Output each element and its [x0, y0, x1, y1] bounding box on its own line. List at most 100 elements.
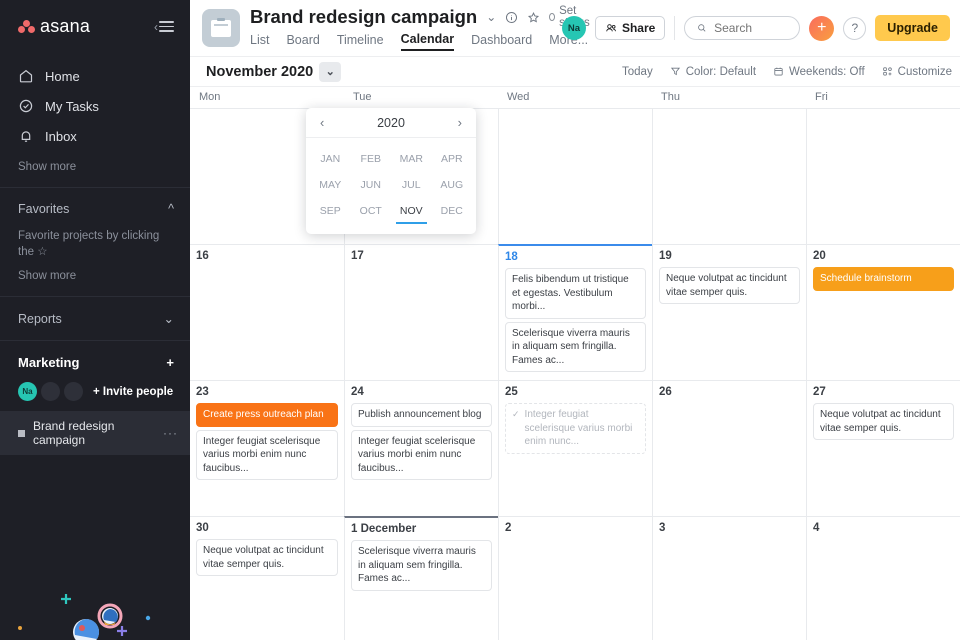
search-input[interactable]	[714, 21, 788, 35]
day-number: 18	[505, 251, 518, 263]
month-option-sep[interactable]: SEP	[310, 198, 351, 224]
favorites-show-more[interactable]: Show more	[0, 260, 190, 282]
collapse-sidebar-button[interactable]: ‹	[154, 18, 174, 35]
month-option-feb[interactable]: FEB	[351, 146, 392, 172]
month-option-oct[interactable]: OCT	[351, 198, 392, 224]
month-option-jul[interactable]: JUL	[391, 172, 432, 198]
today-button[interactable]: Today	[622, 66, 653, 78]
calendar-cell[interactable]	[806, 108, 960, 244]
share-button[interactable]: Share	[594, 16, 666, 40]
month-option-apr[interactable]: APR	[432, 146, 473, 172]
calendar-cell[interactable]	[652, 108, 806, 244]
month-picker-grid: JAN FEB MAR APR MAY JUN JUL AUG SEP OCT NOV DEC	[306, 138, 476, 234]
calendar-cell[interactable]: 26	[652, 380, 806, 516]
next-year-button[interactable]: ›	[458, 115, 462, 130]
dow-wed: Wed	[507, 91, 530, 103]
calendar-cell[interactable]: 23 Create press outreach plan Integer feug…	[190, 380, 344, 516]
month-selector[interactable]: November 2020 ⌄	[206, 61, 342, 82]
upgrade-button[interactable]: Upgrade	[875, 15, 950, 41]
task-card[interactable]: Integer feugiat scelerisque varius morbi…	[196, 429, 338, 480]
calendar-cell[interactable]: 30 Neque volutpat ac tincidunt vitae semp…	[190, 516, 344, 640]
month-picker-popover: ‹ 2020 › JAN FEB MAR APR MAY JUN JUL AUG SEP OCT N…	[306, 108, 476, 234]
sidebar-show-more[interactable]: Show more	[0, 151, 190, 173]
calendar-cell[interactable]: 24 Publish announcement blog Integer feugi…	[344, 380, 498, 516]
color-option-button[interactable]: Color: Default	[670, 66, 756, 78]
calendar-cell[interactable]: 2	[498, 516, 652, 640]
help-button[interactable]: ?	[843, 16, 867, 40]
customize-button[interactable]: Customize	[882, 66, 952, 78]
calendar-cell[interactable]: 27 Neque volutpat ac tincidunt vitae semp…	[806, 380, 960, 516]
tab-dashboard[interactable]: Dashboard	[471, 33, 532, 50]
task-card[interactable]: Neque volutpat ac tincidunt vitae semper…	[659, 267, 800, 304]
month-option-aug[interactable]: AUG	[432, 172, 473, 198]
invite-people-button[interactable]: + Invite people	[93, 386, 173, 398]
month-option-nov[interactable]: NOV	[395, 198, 427, 224]
task-card[interactable]: Publish announcement blog	[351, 403, 492, 427]
task-card[interactable]: Create press outreach plan	[196, 403, 338, 427]
avatar[interactable]: Na	[18, 382, 37, 402]
project-overflow-icon[interactable]: ···	[163, 426, 178, 440]
task-card[interactable]: Neque volutpat ac tincidunt vitae semper…	[813, 403, 954, 440]
create-button[interactable]: +	[809, 15, 835, 41]
month-option-mar[interactable]: MAR	[391, 146, 432, 172]
people-icon	[606, 24, 616, 32]
info-icon[interactable]	[505, 11, 518, 24]
sidebar-item-inbox[interactable]: Inbox	[0, 121, 190, 151]
sidebar-section-favorites[interactable]: Favorites ^	[0, 188, 190, 216]
chevron-down-icon[interactable]: ⌄	[486, 10, 496, 24]
avatar-placeholder[interactable]	[64, 382, 83, 402]
dow-thu: Thu	[661, 91, 680, 103]
task-card[interactable]: Felis bibendum ut tristique et egestas. …	[505, 268, 646, 319]
calendar-cell[interactable]: 19 Neque volutpat ac tincidunt vitae semp…	[652, 244, 806, 380]
sidebar-item-brand-redesign-campaign[interactable]: Brand redesign campaign ···	[0, 411, 190, 456]
add-project-icon[interactable]: +	[166, 355, 174, 370]
star-icon[interactable]	[527, 11, 540, 24]
top-bar: Brand redesign campaign ⌄ Set status Lis…	[190, 0, 960, 56]
divider	[674, 16, 676, 40]
dow-fri: Fri	[815, 91, 828, 103]
tab-timeline[interactable]: Timeline	[337, 33, 384, 50]
chevron-left-icon: ‹	[154, 19, 158, 34]
weekends-label: Weekends: Off	[789, 65, 865, 78]
task-card[interactable]: Schedule brainstorm	[813, 267, 954, 291]
sidebar-item-home[interactable]: Home	[0, 61, 190, 91]
favorites-hint: Favorite projects by clicking the ☆	[0, 216, 190, 260]
month-option-jan[interactable]: JAN	[310, 146, 351, 172]
calendar-cell[interactable]: 20 Schedule brainstorm	[806, 244, 960, 380]
calendar-cell[interactable]: 18 Felis bibendum ut tristique et egestas…	[498, 244, 652, 380]
tab-list[interactable]: List	[250, 33, 269, 50]
day-number: 19	[659, 250, 672, 262]
avatar-placeholder[interactable]	[41, 382, 60, 402]
sidebar-item-my-tasks[interactable]: My Tasks	[0, 91, 190, 121]
sidebar-section-reports[interactable]: Reports ⌄	[0, 297, 190, 327]
month-option-may[interactable]: MAY	[310, 172, 351, 198]
task-card[interactable]: Neque volutpat ac tincidunt vitae semper…	[196, 539, 338, 576]
calendar-cell[interactable]: 25 ✓ Integer feugiat scelerisque varius mo…	[498, 380, 652, 516]
task-card[interactable]: Integer feugiat scelerisque varius morbi…	[351, 429, 492, 480]
month-option-dec[interactable]: DEC	[432, 198, 473, 224]
calendar-toolbar: November 2020 ⌄ Today Color: Default Wee…	[190, 56, 960, 86]
task-card[interactable]: Scelerisque viverra mauris in aliquam se…	[351, 540, 492, 591]
search-box[interactable]	[684, 16, 801, 40]
month-option-jun[interactable]: JUN	[351, 172, 392, 198]
chevron-down-icon[interactable]: ⌄	[319, 61, 342, 82]
sidebar-section-marketing[interactable]: Marketing +	[0, 341, 190, 370]
tab-board[interactable]: Board	[286, 33, 319, 50]
prev-year-button[interactable]: ‹	[320, 115, 324, 130]
calendar-cell[interactable]: 4	[806, 516, 960, 640]
calendar-cell[interactable]	[498, 108, 652, 244]
calendar-cell[interactable]: 1 December Scelerisque viverra mauris in …	[344, 516, 498, 640]
page-title: Brand redesign campaign	[250, 6, 478, 27]
tab-calendar[interactable]: Calendar	[400, 32, 455, 51]
today-label: Today	[622, 65, 653, 78]
task-card[interactable]: Scelerisque viverra mauris in aliquam se…	[505, 321, 646, 372]
calendar-cell[interactable]: 3	[652, 516, 806, 640]
asana-logo[interactable]: asana	[18, 16, 90, 37]
dow-mon: Mon	[199, 91, 221, 103]
calendar-cell[interactable]: 16	[190, 244, 344, 380]
calendar-cell[interactable]: 17	[344, 244, 498, 380]
bell-icon	[21, 131, 31, 142]
task-card[interactable]: ✓ Integer feugiat scelerisque varius morb…	[505, 403, 646, 454]
avatar[interactable]: Na	[561, 16, 586, 40]
weekends-toggle-button[interactable]: Weekends: Off	[773, 66, 865, 78]
